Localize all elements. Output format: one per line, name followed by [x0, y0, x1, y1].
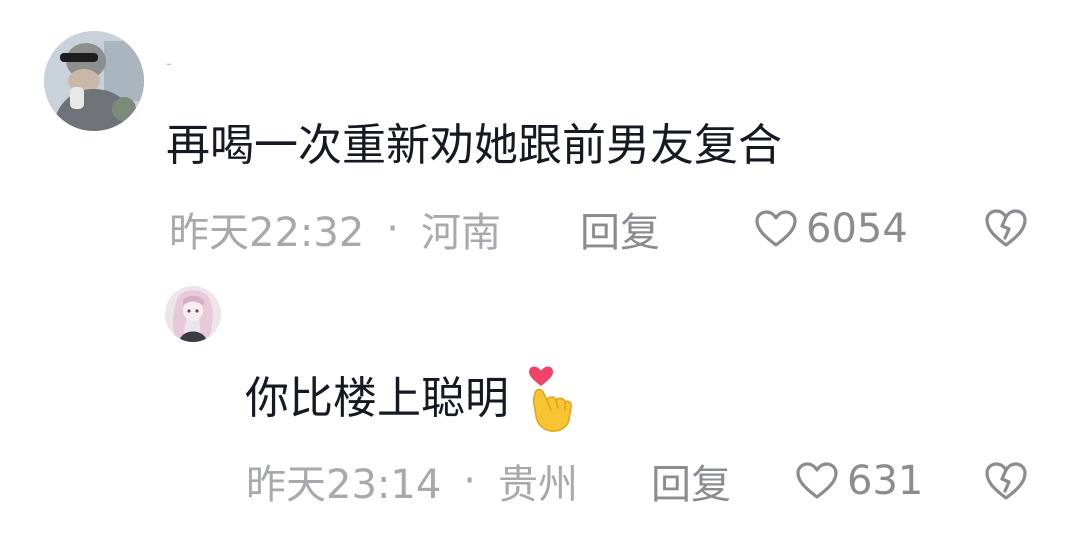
like-button[interactable]: 6054: [754, 201, 908, 257]
finger-heart-emoji-icon: [529, 366, 572, 432]
comment-meta: 昨天22:32 · 河南: [169, 201, 501, 257]
anime-avatar-icon: [165, 286, 221, 342]
reply-avatar[interactable]: [165, 286, 221, 342]
separator-dot: ·: [386, 206, 399, 252]
comment-location: 贵州: [498, 462, 578, 508]
reply-button[interactable]: 回复: [580, 201, 660, 257]
dislike-button[interactable]: [983, 207, 1029, 249]
comment-time: 昨天23:14: [246, 462, 442, 508]
separator-dot: ·: [463, 458, 476, 504]
comment-time: 昨天22:32: [169, 210, 365, 256]
broken-heart-icon: [985, 462, 1027, 500]
comment-text: 你比楼上聪明: [245, 373, 509, 424]
like-button[interactable]: 631: [795, 453, 923, 509]
comment-location: 河南: [421, 210, 501, 256]
reply-button[interactable]: 回复: [651, 453, 731, 509]
comment-text: 再喝一次重新劝她跟前男友复合: [166, 120, 782, 171]
broken-heart-icon: [985, 209, 1027, 247]
like-count: 631: [847, 458, 924, 504]
avatar[interactable]: [44, 31, 144, 131]
dislike-button[interactable]: [983, 460, 1029, 502]
reply-comment-text-row: 你比楼上聪明: [245, 364, 573, 434]
heart-outline-icon: [796, 462, 838, 499]
user-photo-icon: [44, 31, 144, 131]
comment-meta: 昨天23:14 · 贵州: [246, 453, 578, 509]
heart-outline-icon: [755, 210, 797, 247]
like-count: 6054: [806, 206, 908, 252]
username[interactable]: -: [166, 54, 172, 74]
